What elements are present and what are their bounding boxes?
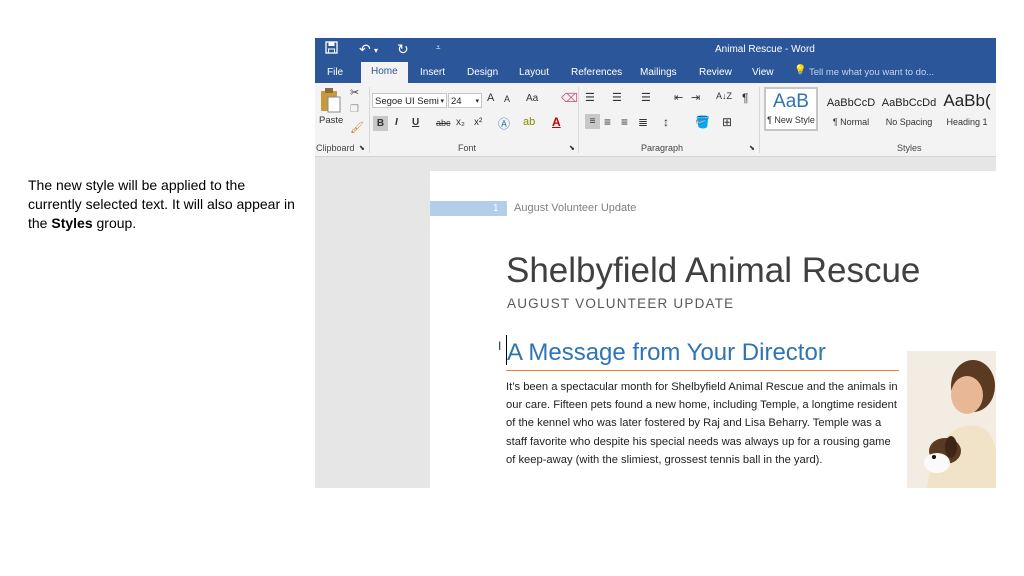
window-title: Animal Rescue - Word bbox=[715, 44, 815, 55]
tab-design[interactable]: Design bbox=[461, 65, 504, 80]
subscript-button[interactable]: x₂ bbox=[456, 117, 465, 128]
font-name-value: Segoe UI Semi bbox=[375, 96, 439, 107]
tab-file[interactable]: File bbox=[321, 65, 349, 80]
grow-font-button[interactable]: A bbox=[487, 92, 494, 104]
style-name: Heading 1 bbox=[946, 117, 988, 127]
cut-icon[interactable]: ✂ bbox=[350, 86, 359, 99]
align-right-icon[interactable]: ≡ bbox=[621, 115, 628, 129]
heading-rule bbox=[506, 370, 899, 371]
paste-icon bbox=[321, 88, 341, 113]
style-name: No Spacing bbox=[885, 117, 933, 127]
page-header-text: August Volunteer Update bbox=[514, 202, 637, 214]
divider bbox=[759, 87, 760, 153]
undo-icon[interactable]: ↶ bbox=[359, 41, 371, 58]
paste-button[interactable]: Paste bbox=[319, 87, 343, 135]
multilevel-list-icon[interactable]: ☰ bbox=[641, 91, 651, 104]
clipboard-launcher-icon[interactable]: ⬊ bbox=[359, 144, 365, 152]
numbering-icon[interactable]: ☰ bbox=[612, 91, 622, 104]
italic-button[interactable]: I bbox=[395, 117, 398, 128]
document-page[interactable]: 1 August Volunteer Update Shelbyfield An… bbox=[430, 171, 996, 488]
tell-me-box[interactable]: Tell me what you want to do... bbox=[809, 67, 934, 78]
align-center-icon[interactable]: ≡ bbox=[604, 115, 611, 129]
show-marks-button[interactable]: ¶ bbox=[742, 91, 748, 105]
divider bbox=[578, 87, 579, 153]
customize-icon[interactable]: ⩡ bbox=[436, 43, 441, 53]
clipboard-group-label: Clipboard bbox=[316, 143, 355, 153]
tab-layout[interactable]: Layout bbox=[513, 65, 555, 80]
superscript-button[interactable]: x² bbox=[474, 117, 482, 128]
underline-button[interactable]: U bbox=[412, 117, 419, 128]
caption-bold-styles: Styles bbox=[51, 215, 93, 231]
bullets-icon[interactable]: ☰ bbox=[585, 91, 595, 104]
document-subtitle: AUGUST VOLUNTEER UPDATE bbox=[507, 296, 735, 311]
tab-insert[interactable]: Insert bbox=[414, 65, 451, 80]
shrink-font-button[interactable]: A bbox=[504, 94, 510, 104]
tab-view[interactable]: View bbox=[746, 65, 780, 80]
format-painter-icon[interactable]: 🖌 bbox=[350, 121, 364, 134]
sort-button[interactable]: A↓Z bbox=[716, 91, 732, 101]
tab-references[interactable]: References bbox=[565, 65, 628, 80]
photo-image bbox=[907, 351, 996, 488]
font-size-value: 24 bbox=[451, 96, 462, 107]
font-size-select[interactable]: 24 ▾ bbox=[448, 93, 482, 108]
word-window: ↶ ▾ ↻ ⩡ Animal Rescue - Word File Home I… bbox=[315, 38, 996, 488]
document-title: Shelbyfield Animal Rescue bbox=[506, 251, 921, 290]
font-name-select[interactable]: Segoe UI Semi ▾ bbox=[372, 93, 447, 108]
styles-group-label: Styles bbox=[897, 143, 922, 153]
bold-button[interactable]: B bbox=[373, 116, 388, 131]
style-name: ¶ New Style bbox=[767, 115, 815, 125]
style-normal[interactable]: AaBbCcD ¶ Normal bbox=[824, 87, 878, 131]
tab-home[interactable]: Home bbox=[361, 62, 408, 84]
ribbon-tabs: File Home Insert Design Layout Reference… bbox=[315, 62, 996, 84]
change-case-button[interactable]: Aa bbox=[526, 93, 538, 104]
caption-text-2: group. bbox=[92, 215, 137, 231]
style-name: ¶ Normal bbox=[832, 117, 870, 127]
tab-mailings[interactable]: Mailings bbox=[634, 65, 683, 80]
text-effects-icon[interactable]: Ⓐ bbox=[498, 115, 510, 132]
style-preview: AaBbCcD bbox=[826, 97, 876, 109]
paste-label: Paste bbox=[319, 115, 344, 126]
style-heading-1[interactable]: AaBb( Heading 1 bbox=[940, 87, 994, 131]
font-launcher-icon[interactable]: ⬊ bbox=[569, 144, 575, 152]
align-left-icon[interactable]: ≡ bbox=[585, 114, 600, 129]
divider bbox=[369, 87, 370, 153]
shading-icon[interactable]: 🪣 bbox=[695, 115, 710, 129]
style-preview: AaBbCcDd bbox=[881, 97, 937, 109]
save-icon[interactable] bbox=[325, 41, 338, 57]
highlight-icon[interactable]: ab bbox=[523, 116, 535, 128]
copy-icon[interactable]: ❐ bbox=[350, 104, 359, 115]
justify-icon[interactable]: ≣ bbox=[638, 115, 648, 129]
borders-icon[interactable]: ⊞ bbox=[722, 115, 732, 129]
strikethrough-button[interactable]: abc bbox=[436, 118, 451, 128]
undo-dropdown-icon[interactable]: ▾ bbox=[374, 46, 378, 55]
line-spacing-icon[interactable]: ↕ bbox=[663, 115, 669, 129]
title-bar: ↶ ▾ ↻ ⩡ Animal Rescue - Word bbox=[315, 38, 996, 62]
font-group-label: Font bbox=[458, 143, 477, 153]
styles-gallery: AaB ¶ New Style AaBbCcD ¶ Normal AaBbCcD… bbox=[764, 87, 996, 131]
ibeam-cursor-icon: I bbox=[498, 339, 502, 353]
style-preview: AaBb( bbox=[943, 91, 991, 110]
home-ribbon: Paste ✂ ❐ 🖌 Clipboard ⬊ Segoe UI Semi ▾ 2… bbox=[315, 83, 996, 157]
chevron-down-icon: ▾ bbox=[475, 98, 479, 105]
selected-heading[interactable]: A Message from Your Director bbox=[507, 339, 826, 367]
chevron-down-icon: ▾ bbox=[440, 98, 444, 105]
style-no-spacing[interactable]: AaBbCcDd No Spacing bbox=[880, 87, 938, 131]
redo-icon[interactable]: ↻ bbox=[397, 41, 409, 58]
paragraph-launcher-icon[interactable]: ⬊ bbox=[749, 144, 755, 152]
body-paragraph: It’s been a spectacular month for Shelby… bbox=[506, 381, 898, 466]
paragraph-group-label: Paragraph bbox=[641, 143, 684, 153]
page-number: 1 bbox=[493, 203, 499, 214]
instruction-caption: The new style will be applied to the cur… bbox=[28, 176, 298, 233]
lightbulb-icon: 💡 bbox=[794, 65, 807, 76]
person-with-dog-image bbox=[907, 351, 996, 488]
style-new-style[interactable]: AaB ¶ New Style bbox=[764, 87, 818, 131]
decrease-indent-icon[interactable]: ⇤ bbox=[674, 91, 683, 104]
font-color-button[interactable]: A bbox=[552, 115, 561, 129]
clear-formatting-icon[interactable]: ⌫ bbox=[561, 91, 578, 105]
tab-review[interactable]: Review bbox=[693, 65, 738, 80]
style-preview: AaB bbox=[773, 91, 809, 112]
increase-indent-icon[interactable]: ⇥ bbox=[691, 91, 700, 104]
